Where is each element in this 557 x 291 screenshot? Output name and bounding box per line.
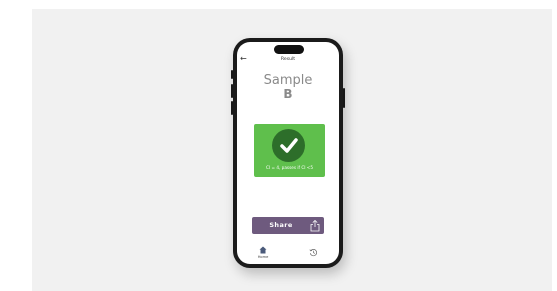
checkmark-circle-icon — [272, 129, 305, 162]
history-icon — [309, 249, 317, 257]
phone-frame: ← Result Sample B CI = 4, passes if CI <… — [233, 38, 343, 268]
tab-home-label: Home — [257, 255, 269, 259]
tab-history[interactable] — [307, 247, 321, 259]
result-text: CI = 4, passes if CI <5 — [266, 165, 313, 170]
page-title: Result — [280, 57, 296, 62]
phone-side-button — [343, 88, 345, 108]
tab-bar: Home — [237, 246, 339, 262]
tab-home[interactable]: Home — [254, 246, 272, 262]
dynamic-island — [274, 45, 304, 54]
share-button-label: Share — [269, 221, 293, 229]
share-icon — [310, 219, 320, 232]
share-button[interactable]: Share — [252, 217, 324, 234]
sample-letter: B — [283, 87, 293, 101]
home-icon — [259, 246, 267, 254]
phone-screen: ← Result Sample B CI = 4, passes if CI <… — [237, 42, 339, 264]
sample-word: Sample — [263, 73, 313, 88]
result-card: CI = 4, passes if CI <5 — [254, 124, 325, 177]
